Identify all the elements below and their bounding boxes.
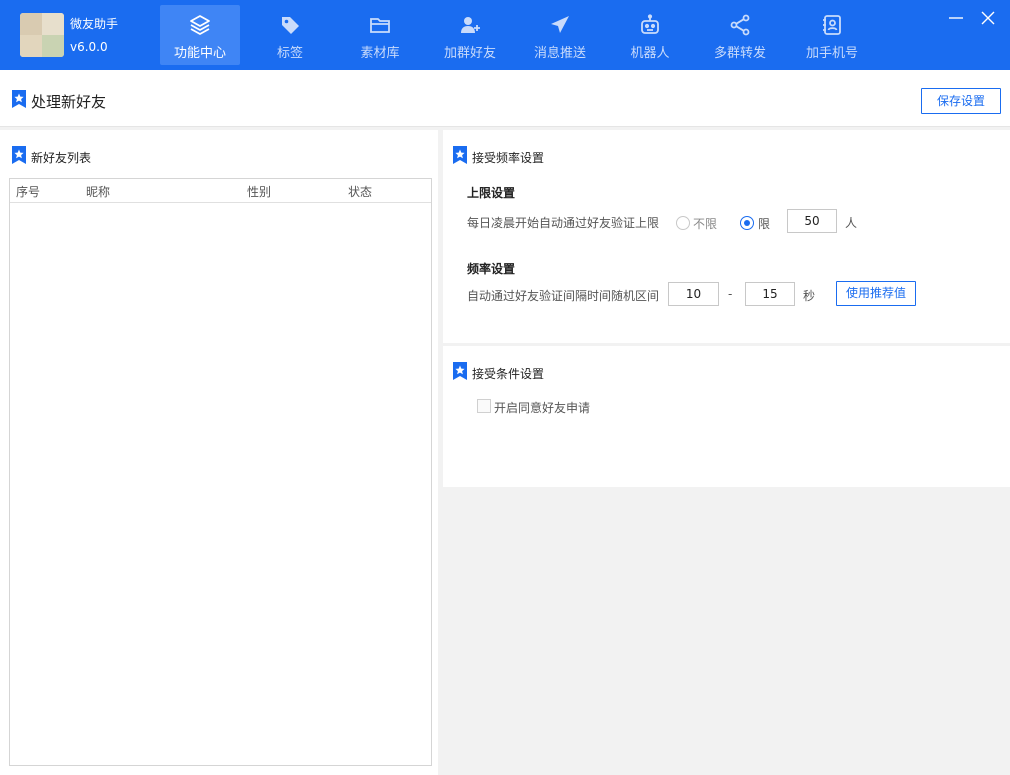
bookmark-star-icon bbox=[453, 362, 467, 380]
app-name: 微友助手 bbox=[70, 17, 119, 31]
limit-unit: 人 bbox=[845, 216, 858, 230]
nav-item-function-center[interactable]: 功能中心 bbox=[160, 5, 240, 65]
minimize-icon[interactable] bbox=[946, 8, 966, 28]
contact-book-icon bbox=[823, 15, 841, 35]
share-icon bbox=[730, 14, 750, 36]
range-separator: - bbox=[728, 287, 733, 301]
unlimited-label[interactable]: 不限 bbox=[693, 215, 717, 232]
nav-item-materials[interactable]: 素材库 bbox=[340, 5, 420, 65]
friend-table[interactable]: 序号 昵称 性别 状态 bbox=[9, 178, 432, 766]
limit-heading: 上限设置 bbox=[467, 186, 516, 200]
add-user-icon bbox=[461, 17, 480, 33]
nav-item-add-group-friends[interactable]: 加群好友 bbox=[430, 5, 510, 65]
nav-item-tags[interactable]: 标签 bbox=[250, 5, 330, 65]
daily-limit-input[interactable]: 50 bbox=[787, 209, 837, 233]
tag-icon bbox=[282, 17, 299, 34]
frequency-settings-panel: 接受频率设置 上限设置 每日凌晨开始自动通过好友验证上限 不限 限 50 人 频… bbox=[443, 130, 1010, 343]
nav-item-message-push[interactable]: 消息推送 bbox=[520, 5, 600, 65]
nav-item-robot[interactable]: 机器人 bbox=[610, 5, 690, 65]
nav-item-multi-group-forward[interactable]: 多群转发 bbox=[700, 5, 780, 65]
app-version: v6.0.0 bbox=[70, 40, 108, 54]
table-header: 序号 昵称 性别 状态 bbox=[10, 179, 431, 203]
bookmark-star-icon bbox=[453, 146, 467, 164]
interval-min-input[interactable]: 10 bbox=[668, 282, 719, 306]
close-icon[interactable] bbox=[978, 8, 998, 28]
rate-label: 自动通过好友验证间隔时间随机区间 bbox=[467, 289, 660, 303]
nav-label: 消息推送 bbox=[533, 46, 586, 61]
column-header-nickname[interactable]: 昵称 bbox=[86, 183, 110, 200]
page-header: 处理新好友 保存设置 bbox=[0, 70, 1010, 127]
limited-label[interactable]: 限 bbox=[758, 215, 770, 232]
page-title: 处理新好友 bbox=[31, 93, 107, 111]
nav-label: 功能中心 bbox=[173, 46, 226, 61]
nav-label: 多群转发 bbox=[713, 46, 766, 61]
top-bar: 微友助手 v6.0.0 功能中心 标签 素材库 加群好友 消息推送 机器人 多群… bbox=[0, 0, 1010, 70]
use-recommended-button[interactable]: 使用推荐值 bbox=[836, 281, 916, 306]
nav-label: 标签 bbox=[276, 46, 303, 61]
limit-label: 每日凌晨开始自动通过好友验证上限 bbox=[467, 216, 660, 230]
bookmark-star-icon bbox=[12, 146, 26, 164]
unlimited-radio[interactable] bbox=[676, 216, 690, 230]
bookmark-star-icon bbox=[12, 90, 26, 108]
column-header-index[interactable]: 序号 bbox=[16, 183, 40, 200]
section-title: 接受频率设置 bbox=[472, 151, 545, 165]
robot-icon bbox=[641, 14, 659, 34]
rate-unit: 秒 bbox=[803, 289, 816, 303]
nav-item-add-phone[interactable]: 加手机号 bbox=[792, 5, 872, 65]
folder-icon bbox=[370, 18, 390, 33]
limited-radio[interactable] bbox=[740, 216, 754, 230]
interval-max-input[interactable]: 15 bbox=[745, 282, 795, 306]
enable-accept-label[interactable]: 开启同意好友申请 bbox=[494, 399, 590, 416]
new-friend-list-panel: 新好友列表 序号 昵称 性别 状态 bbox=[0, 130, 438, 775]
nav-label: 机器人 bbox=[630, 46, 670, 61]
rate-heading: 频率设置 bbox=[467, 262, 516, 276]
avatar bbox=[20, 13, 64, 57]
paper-plane-icon bbox=[551, 16, 569, 33]
nav-label: 加群好友 bbox=[443, 46, 496, 61]
enable-accept-checkbox[interactable] bbox=[477, 399, 491, 413]
condition-settings-panel: 接受条件设置 开启同意好友申请 bbox=[443, 346, 1010, 487]
column-header-gender[interactable]: 性别 bbox=[247, 183, 271, 200]
save-settings-button[interactable]: 保存设置 bbox=[921, 88, 1001, 114]
layers-icon bbox=[190, 15, 210, 35]
nav-label: 加手机号 bbox=[805, 46, 858, 61]
section-title: 新好友列表 bbox=[31, 151, 92, 165]
section-title: 接受条件设置 bbox=[472, 367, 545, 381]
column-header-status[interactable]: 状态 bbox=[348, 183, 372, 200]
nav-label: 素材库 bbox=[360, 46, 400, 61]
